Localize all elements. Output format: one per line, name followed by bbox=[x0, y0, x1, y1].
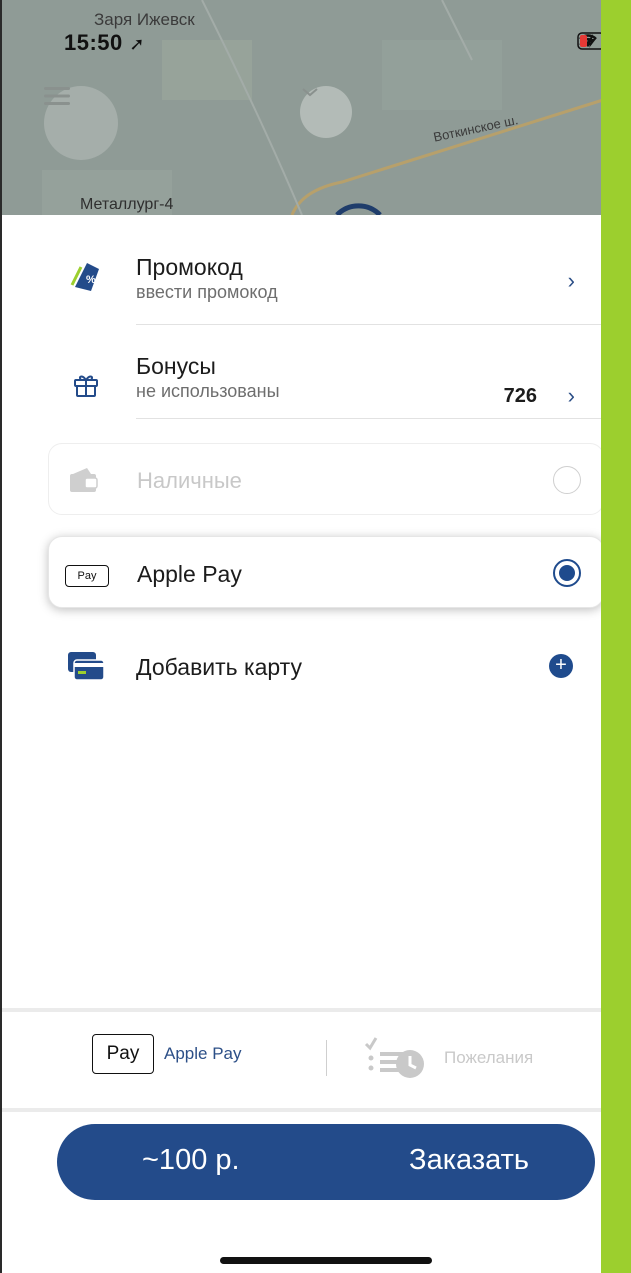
map-label-district: Металлург-4 bbox=[80, 196, 174, 213]
apple-pay-badge-text: Pay bbox=[77, 570, 97, 582]
battery-charging-icon bbox=[577, 32, 601, 50]
wishes-label: Пожелания bbox=[444, 1048, 534, 1067]
promo-subtitle: ввести промокод bbox=[136, 282, 278, 302]
promo-tag-icon: % bbox=[66, 256, 106, 296]
order-price: ~100 р. bbox=[142, 1144, 240, 1176]
divider bbox=[136, 418, 601, 419]
map-label-city: Заря Ижевск bbox=[94, 10, 195, 29]
apple-pay-badge-text: Pay bbox=[106, 1043, 140, 1064]
slide-decoration-bar bbox=[601, 0, 631, 1273]
chevron-right-icon: › bbox=[567, 268, 575, 293]
promo-row[interactable]: % Промокод ввести промокод › bbox=[2, 230, 601, 325]
wallet-icon bbox=[69, 466, 99, 499]
separator bbox=[2, 1008, 601, 1012]
apple-pay-radio[interactable] bbox=[553, 559, 581, 587]
payment-option-apple-pay[interactable]: Pay Apple Pay bbox=[48, 536, 601, 608]
tab-separator bbox=[326, 1040, 327, 1076]
payment-option-cash[interactable]: Наличные bbox=[48, 443, 601, 515]
bonuses-count: 726 bbox=[503, 385, 537, 407]
svg-text:%: % bbox=[86, 274, 96, 286]
home-indicator bbox=[220, 1257, 432, 1264]
payment-method-label: Apple Pay bbox=[164, 1044, 242, 1063]
status-time: 15:50 ➚ bbox=[64, 30, 145, 56]
apple-pay-logo: Pay bbox=[65, 563, 109, 587]
apple-pay-label: Apple Pay bbox=[137, 561, 242, 587]
menu-button[interactable] bbox=[44, 86, 118, 160]
payment-method-selector[interactable]: Pay Apple Pay bbox=[92, 1034, 242, 1074]
wishes-button[interactable]: Пожелания bbox=[362, 1036, 533, 1080]
bottom-options-bar: Pay Apple Pay Пожелания bbox=[2, 1014, 601, 1110]
credit-card-icon bbox=[66, 646, 106, 686]
order-button[interactable]: ~100 р. Заказать bbox=[57, 1124, 595, 1200]
add-card-label: Добавить карту bbox=[136, 654, 302, 680]
bonuses-title: Бонусы bbox=[136, 353, 216, 379]
phone-screen: Заря Ижевск 15:50 ➚ .... bbox=[0, 0, 601, 1273]
apple-pay-badge: Pay bbox=[92, 1034, 154, 1074]
separator bbox=[2, 1108, 601, 1112]
location-arrow-icon: ➚ bbox=[129, 34, 145, 54]
chevron-down-icon bbox=[302, 88, 318, 97]
promo-title: Промокод bbox=[136, 254, 243, 280]
gift-icon bbox=[66, 365, 106, 405]
map-view[interactable]: Заря Ижевск 15:50 ➚ .... bbox=[2, 0, 601, 215]
bonuses-row[interactable]: Бонусы не использованы 726 › bbox=[2, 325, 601, 420]
bonuses-subtitle: не использованы bbox=[136, 381, 280, 401]
add-card-row[interactable]: Добавить карту + bbox=[2, 630, 601, 702]
status-icons: .... bbox=[577, 32, 601, 50]
order-button-label: Заказать bbox=[409, 1144, 529, 1176]
wishes-clock-icon bbox=[364, 1037, 424, 1078]
cash-label: Наличные bbox=[137, 468, 242, 493]
plus-icon[interactable]: + bbox=[549, 654, 573, 678]
chevron-right-icon: › bbox=[567, 383, 575, 408]
status-time-text: 15:50 bbox=[64, 30, 123, 55]
hamburger-icon bbox=[44, 87, 70, 105]
cash-radio[interactable] bbox=[553, 466, 581, 494]
collapse-sheet-button[interactable] bbox=[300, 86, 352, 138]
